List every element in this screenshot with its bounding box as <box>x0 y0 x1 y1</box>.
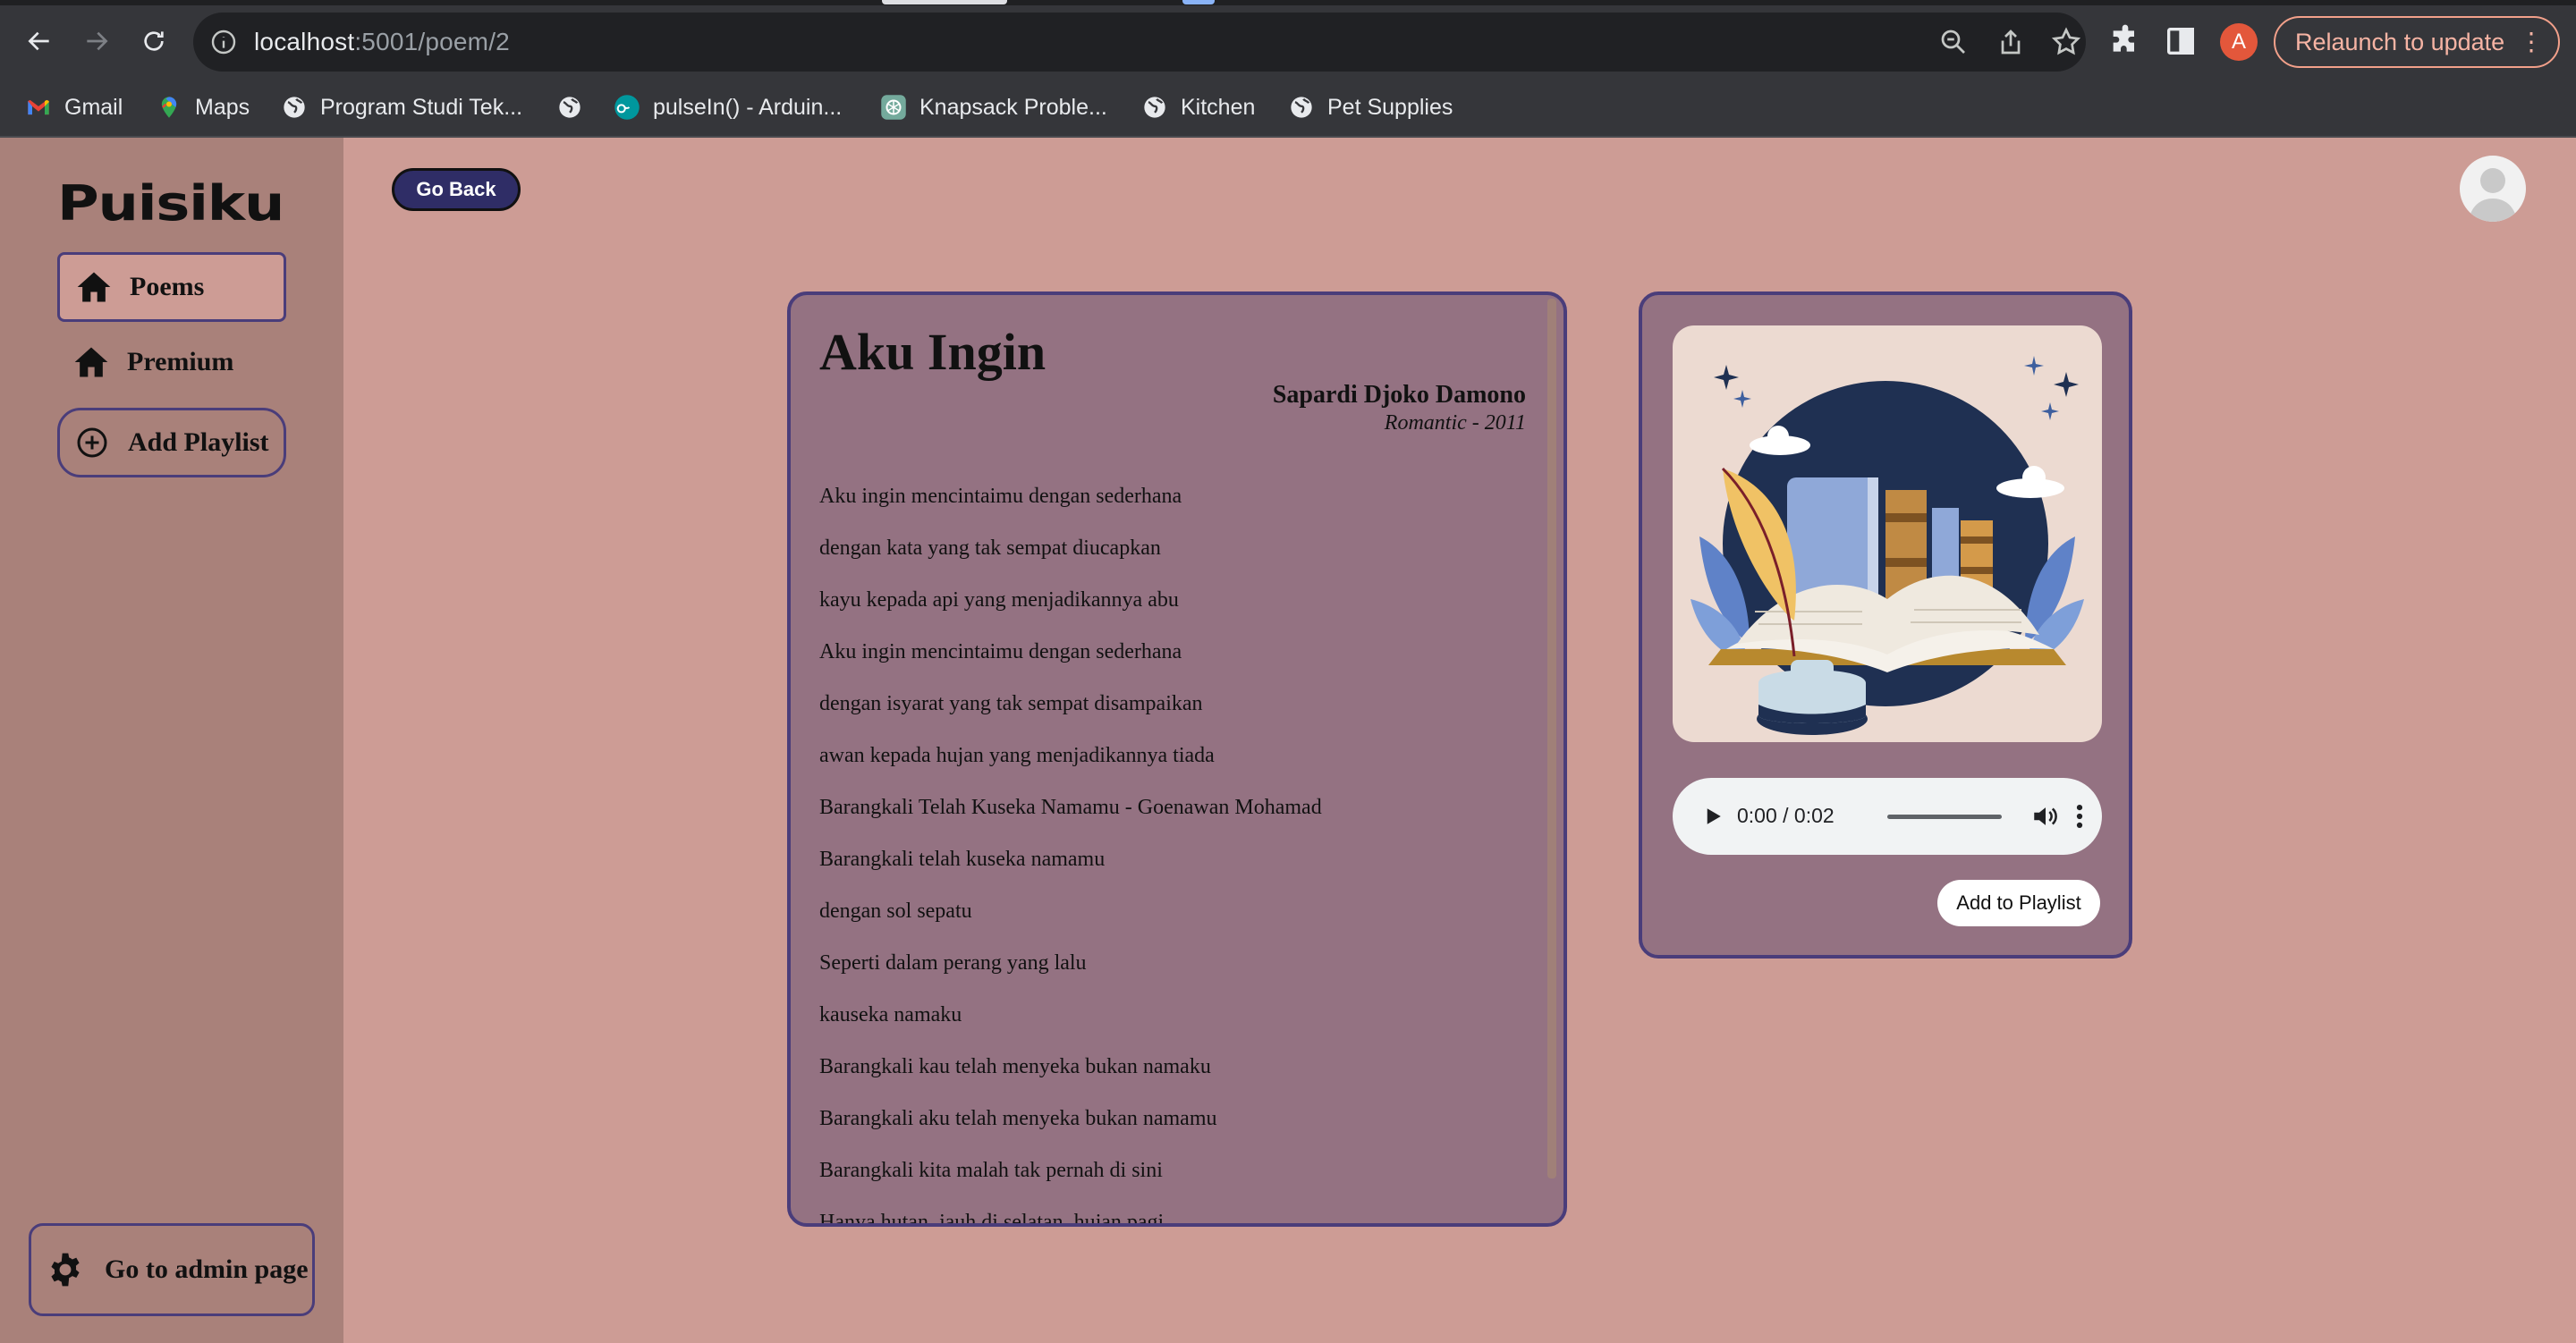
chatgpt-icon <box>880 94 907 121</box>
poem-scrollbar[interactable] <box>1547 299 1556 1178</box>
poem-line: kayu kepada api yang menjadikannya abu <box>819 588 1179 612</box>
more-options-icon[interactable] <box>2075 801 2084 832</box>
globe-icon <box>1141 94 1168 121</box>
poem-body: Aku ingin mencintaimu dengan sederhana d… <box>819 470 1526 1227</box>
globe-icon <box>556 94 583 121</box>
poem-card: Aku Ingin Sapardi Djoko Damono Romantic … <box>787 291 1567 1227</box>
add-to-playlist-button[interactable]: Add to Playlist <box>1937 880 2100 926</box>
extensions-puzzle-icon[interactable] <box>2107 23 2143 59</box>
maps-icon <box>156 94 182 121</box>
poem-title: Aku Ingin <box>819 323 1046 381</box>
app-viewport: Puisiku Poems Premium Add Playlist Go to… <box>0 138 2576 1343</box>
poem-line: dengan sol sepatu <box>819 900 972 923</box>
poem-line: Barangkali kita malah tak pernah di sini <box>819 1159 1163 1182</box>
bookmark-gmail[interactable]: Gmail <box>25 89 123 125</box>
bookmark-maps[interactable]: Maps <box>156 89 250 125</box>
sidebar-item-premium[interactable]: Premium <box>57 327 286 397</box>
sidebar-item-poems[interactable]: Poems <box>57 252 286 322</box>
home-icon <box>77 272 111 302</box>
side-panel-icon[interactable] <box>2163 23 2199 59</box>
profile-avatar[interactable]: A <box>2220 23 2258 61</box>
add-playlist-button[interactable]: Add Playlist <box>57 408 286 477</box>
url-text[interactable]: localhost:5001/poem/2 <box>254 28 510 56</box>
poem-line: dengan isyarat yang tak sempat disampaik… <box>819 692 1203 715</box>
bookmark-kitchen[interactable]: Kitchen <box>1141 89 1255 125</box>
volume-icon[interactable] <box>2030 801 2061 832</box>
bookmark-globe[interactable] <box>556 89 583 125</box>
reload-icon[interactable] <box>131 18 177 64</box>
back-arrow-icon[interactable] <box>16 18 63 64</box>
gear-icon <box>51 1253 80 1287</box>
home-icon <box>74 347 108 377</box>
poem-line: Barangkali telah kuseka namamu <box>819 848 1106 871</box>
go-back-button[interactable]: Go Back <box>392 168 521 211</box>
bookmark-star-icon[interactable] <box>2050 26 2082 58</box>
poem-cover-illustration <box>1673 325 2102 742</box>
browser-toolbar: localhost:5001/poem/2 A Relaunch to upda… <box>0 5 2576 77</box>
bookmarks-bar: Gmail Maps Program Studi Tek... pulseIn(… <box>0 77 2576 138</box>
poem-line: Aku ingin mencintaimu dengan sederhana <box>819 640 1182 663</box>
forward-arrow-icon[interactable] <box>73 18 120 64</box>
sidebar-item-label: Poems <box>130 272 205 301</box>
arduino-icon <box>614 94 640 121</box>
gmail-icon <box>25 94 52 121</box>
audio-time: 0:00 / 0:02 <box>1737 804 1835 827</box>
relaunch-button[interactable]: Relaunch to update ⋮ <box>2274 16 2560 68</box>
bookmark-pet-supplies[interactable]: Pet Supplies <box>1288 89 1453 125</box>
poem-line: awan kepada hujan yang menjadikannya tia… <box>819 744 1215 767</box>
audio-player: 0:00 / 0:02 <box>1673 778 2102 855</box>
poem-line: Seperti dalam perang yang lalu <box>819 951 1087 975</box>
poem-line: Barangkali kau telah menyeka bukan namak… <box>819 1055 1211 1078</box>
poem-line: kauseka namaku <box>819 1003 962 1026</box>
address-bar[interactable]: localhost:5001/poem/2 <box>193 13 2086 72</box>
site-info-icon[interactable] <box>209 28 238 56</box>
plus-circle-icon <box>77 427 107 458</box>
poem-author: Sapardi Djoko Damono <box>1272 381 1526 409</box>
poem-media-card: 0:00 / 0:02 Add to Playlist <box>1639 291 2132 959</box>
app-logo[interactable]: Puisiku <box>57 175 284 232</box>
globe-icon <box>281 94 308 121</box>
poem-genre-year: Romantic - 2011 <box>1384 411 1526 435</box>
share-icon[interactable] <box>1995 26 2027 58</box>
poem-line: Barangkali Telah Kuseka Namamu - Goenawa… <box>819 796 1322 819</box>
poem-line: Aku ingin mencintaimu dengan sederhana <box>819 485 1182 508</box>
user-avatar[interactable] <box>2460 156 2526 222</box>
audio-progress-slider[interactable] <box>1887 815 2002 819</box>
globe-icon <box>1288 94 1315 121</box>
bookmark-program-studi[interactable]: Program Studi Tek... <box>281 89 522 125</box>
bookmark-pulsein-arduino[interactable]: pulseIn() - Arduin... <box>614 89 842 125</box>
sidebar: Puisiku Poems Premium Add Playlist Go to… <box>0 138 343 1343</box>
sidebar-item-label: Premium <box>127 347 234 376</box>
poem-line: dengan kata yang tak sempat diucapkan <box>819 536 1161 560</box>
bookmark-knapsack[interactable]: Knapsack Proble... <box>880 89 1107 125</box>
tab-indicator <box>1182 0 1215 4</box>
kebab-menu-icon[interactable]: ⋮ <box>2519 18 2544 66</box>
tab-indicator <box>882 0 1007 4</box>
poem-line: Hanya hutan, jauh di selatan, hujan pagi <box>819 1211 1165 1227</box>
play-icon[interactable] <box>1699 803 1726 830</box>
zoom-icon[interactable] <box>1937 26 1970 58</box>
admin-page-button[interactable]: Go to admin page <box>29 1223 315 1316</box>
poem-line: Barangkali aku telah menyeka bukan namam… <box>819 1107 1217 1130</box>
